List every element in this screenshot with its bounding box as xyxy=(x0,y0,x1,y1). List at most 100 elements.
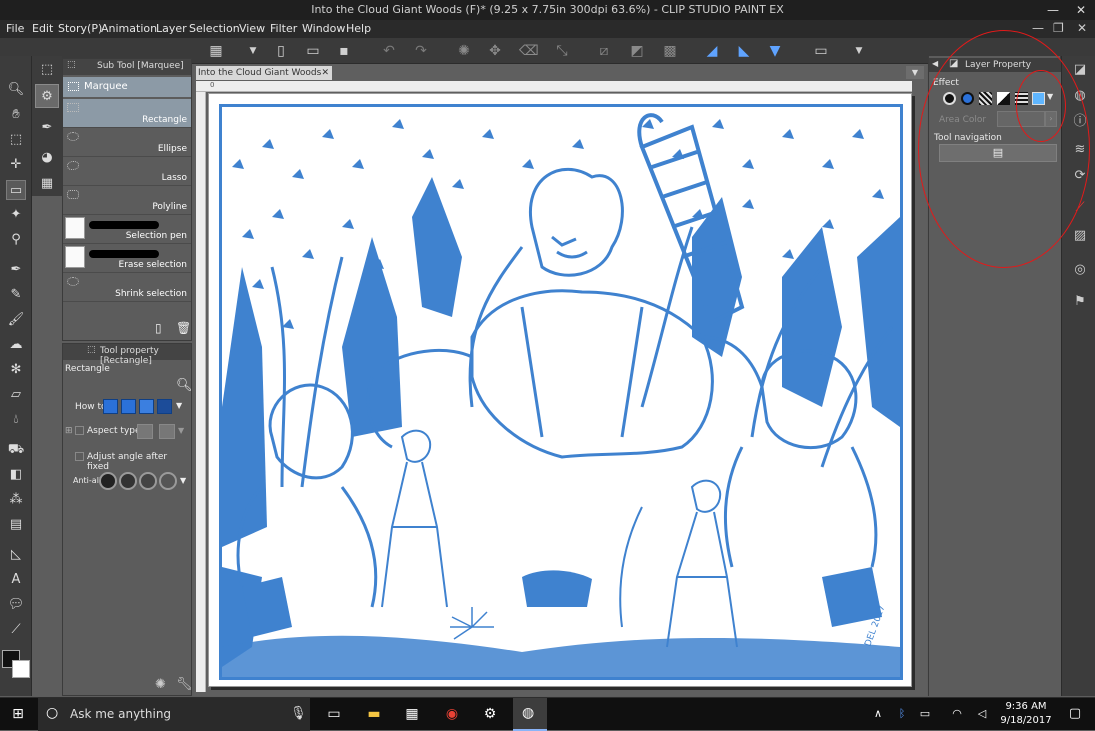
deselect-icon[interactable]: ⧄ xyxy=(595,42,613,60)
spinner-icon[interactable]: ✺ xyxy=(455,42,473,60)
transform-icon[interactable]: ✥ xyxy=(486,42,504,60)
marquee-group-icon[interactable]: ⬚ xyxy=(35,58,59,82)
eraser-tool-icon[interactable]: ▱ xyxy=(6,385,26,405)
reset-icon[interactable]: ✺ xyxy=(155,677,171,693)
sub-tool-item-lasso[interactable]: Lasso xyxy=(63,157,191,186)
color-set-icon[interactable]: ▦ xyxy=(35,172,59,196)
artwork-illustration[interactable]: DEL 2017 xyxy=(219,104,903,680)
drawing-area-icon[interactable]: ▭ xyxy=(812,42,830,60)
sub-tool-item-shrink-selection[interactable]: Shrink selection xyxy=(63,273,191,302)
menu-layer[interactable]: Layer xyxy=(156,22,187,35)
airbrush-icon[interactable]: ☁︎ xyxy=(6,335,26,355)
menu-selection[interactable]: Selection xyxy=(189,22,240,35)
search-icon[interactable]: 🔍︎ xyxy=(176,378,193,394)
menu-window[interactable]: Window xyxy=(302,22,345,35)
sub-tool-item-selection-pen[interactable]: Selection pen xyxy=(63,215,191,244)
show-hidden-icons-icon[interactable]: ∧ xyxy=(866,703,890,725)
eraser-icon[interactable]: ⌫ xyxy=(519,42,539,60)
pen-tool-icon[interactable]: ✒ xyxy=(6,260,26,280)
hand-tool-icon[interactable]: ✋︎ xyxy=(6,105,26,125)
anti-alias-strong[interactable] xyxy=(159,472,177,490)
sub-tool-item-erase-selection[interactable]: Erase selection xyxy=(63,244,191,273)
windows-start-icon[interactable]: ⊞ xyxy=(6,703,30,725)
pencil-tool-icon[interactable]: ✎ xyxy=(6,285,26,305)
magic-wand-icon[interactable]: ✦ xyxy=(6,205,26,225)
undo-icon[interactable]: ↶ xyxy=(380,42,398,60)
blend-tool-icon[interactable]: 💧︎ xyxy=(6,410,26,430)
save-icon[interactable]: ▪ xyxy=(335,42,353,60)
special-ruler-snap-icon[interactable]: ◣ xyxy=(735,42,753,60)
file-explorer-icon[interactable]: ▬ xyxy=(362,703,386,725)
material-icon[interactable]: ▨ xyxy=(1070,226,1090,246)
grid-layout-icon[interactable]: ▦ xyxy=(207,42,225,60)
sub-tool-item-rectangle[interactable]: Rectangle xyxy=(63,99,191,128)
eyedropper-icon[interactable]: ⚲ xyxy=(6,230,26,250)
menu-edit[interactable]: Edit xyxy=(32,22,53,35)
clock-time[interactable]: 9:36 AM xyxy=(996,701,1056,712)
anti-alias-weak[interactable] xyxy=(119,472,137,490)
figure-tool-icon[interactable]: ⁂ xyxy=(6,490,26,510)
sub-tool-item-polyline[interactable]: Polyline xyxy=(63,186,191,215)
volume-icon[interactable]: ◁ xyxy=(970,703,994,725)
selection-settings-icon[interactable]: ⚙ xyxy=(35,84,59,108)
sub-tool-group-header[interactable]: Marquee xyxy=(63,77,191,97)
new-file-icon[interactable]: ▯ xyxy=(272,42,290,60)
anti-alias-medium[interactable] xyxy=(139,472,157,490)
redo-icon[interactable]: ↷ xyxy=(412,42,430,60)
tab-menu-icon[interactable]: ▼ xyxy=(906,66,924,79)
invert-icon[interactable]: ◩ xyxy=(628,42,646,60)
adjust-angle-checkbox[interactable] xyxy=(75,452,84,461)
doc-close-button[interactable]: ✕ xyxy=(1077,21,1087,35)
tool-property-tab[interactable]: ⬚ Tool property [Rectangle] xyxy=(63,344,191,366)
sub-view-icon[interactable]: ⚑ xyxy=(1070,292,1090,312)
ruler-snap-icon[interactable]: ◢ xyxy=(703,42,721,60)
menu-file[interactable]: File xyxy=(6,22,24,35)
chevron-down-icon[interactable]: ▼ xyxy=(850,42,868,60)
open-folder-icon[interactable]: ▭ xyxy=(304,42,322,60)
new-selection-button[interactable] xyxy=(103,399,118,414)
decoration-icon[interactable]: ✻ xyxy=(6,360,26,380)
delete-sub-tool-icon[interactable]: 🗑︎ xyxy=(176,321,191,335)
notifications-icon[interactable]: ▢ xyxy=(1063,703,1087,725)
sub-tool-item-ellipse[interactable]: Ellipse xyxy=(63,128,191,157)
settings-gear-icon[interactable]: ⚙ xyxy=(478,703,502,725)
pen-nib-icon[interactable]: ✒ xyxy=(35,116,59,140)
sub-color-swatch[interactable] xyxy=(12,660,30,678)
show-area-icon[interactable]: ▩ xyxy=(661,42,679,60)
chevron-down-icon[interactable]: ▼ xyxy=(244,42,262,60)
bluetooth-icon[interactable]: ᛒ xyxy=(890,703,914,725)
zoom-tool-icon[interactable]: 🔍︎ xyxy=(6,80,26,100)
chevron-down-icon[interactable]: ▼ xyxy=(180,476,186,485)
collapse-icon[interactable]: ◀ xyxy=(932,59,938,68)
menu-help[interactable]: Help xyxy=(346,22,371,35)
clip-studio-taskbar-button[interactable]: ◍ xyxy=(513,698,547,731)
add-selection-button[interactable] xyxy=(121,399,136,414)
aspect-ratio-icon[interactable] xyxy=(159,424,175,439)
chevron-down-icon[interactable]: ▼ xyxy=(178,426,184,435)
clock-date[interactable]: 9/18/2017 xyxy=(996,715,1056,726)
close-tab-icon[interactable]: ✕ xyxy=(321,66,329,80)
marquee-tool-icon[interactable]: ▭ xyxy=(6,180,26,200)
wrench-icon[interactable]: 🔧︎ xyxy=(176,677,193,693)
intersect-selection-button[interactable] xyxy=(157,399,172,414)
brush-tool-icon[interactable]: 🖌︎ xyxy=(6,310,26,330)
text-tool-icon[interactable]: A xyxy=(6,570,26,590)
color-wheel-icon[interactable]: ◕ xyxy=(35,146,59,170)
doc-restore-button[interactable]: ❐ xyxy=(1053,21,1064,35)
canvas-page[interactable]: DEL 2017 xyxy=(208,93,912,687)
scale-icon[interactable]: ⤡ xyxy=(553,42,571,60)
navigator-icon[interactable]: ◎ xyxy=(1070,260,1090,280)
fill-tool-icon[interactable]: ⛟ xyxy=(6,440,26,460)
chevron-down-icon[interactable]: ▼ xyxy=(176,401,182,410)
doc-minimize-button[interactable]: — xyxy=(1032,21,1044,35)
menu-story[interactable]: Story(P) xyxy=(58,22,102,35)
gradient-tool-icon[interactable]: ◧ xyxy=(6,465,26,485)
menu-filter[interactable]: Filter xyxy=(270,22,297,35)
move-layer-icon[interactable]: ✛ xyxy=(6,155,26,175)
aspect-type-checkbox[interactable] xyxy=(75,426,84,435)
wifi-icon[interactable]: ◠ xyxy=(945,703,969,725)
search-box[interactable]: ○ Ask me anything 🎙︎ xyxy=(38,698,310,731)
menu-view[interactable]: View xyxy=(239,22,265,35)
minimize-button[interactable]: — xyxy=(1039,0,1067,20)
menu-animation[interactable]: Animation xyxy=(101,22,157,35)
